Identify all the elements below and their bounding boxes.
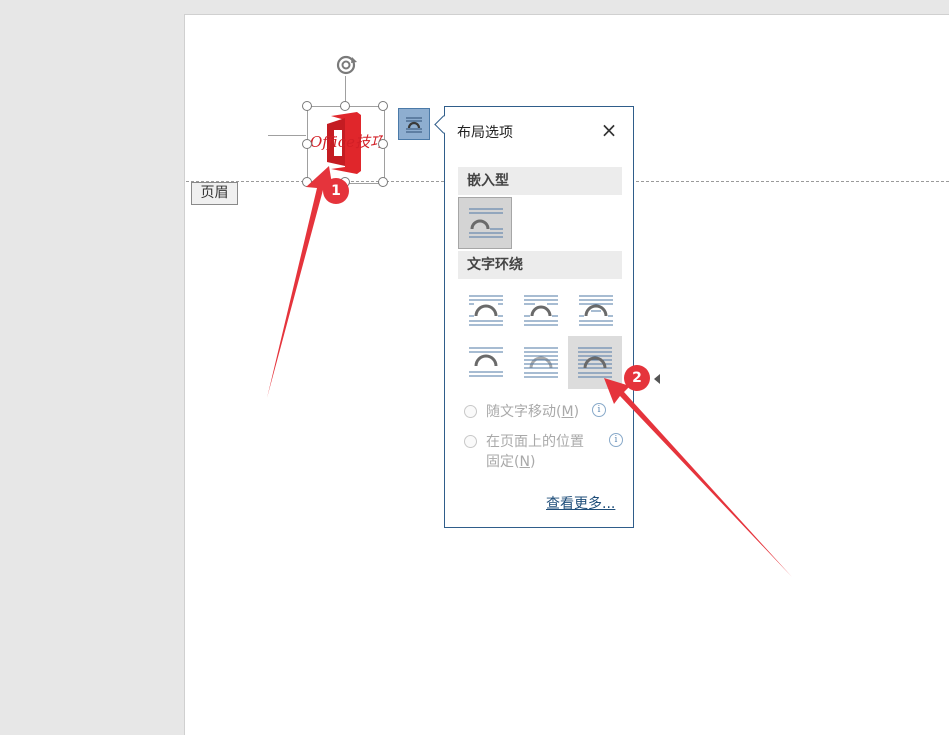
- annotation-badge-1: 1: [323, 178, 349, 204]
- annotation-arrows: [267, 166, 792, 577]
- annotation-badge-2: 2: [624, 365, 650, 391]
- annotation-arrow-1: [267, 166, 334, 398]
- annotation-arrow-2: [604, 378, 792, 577]
